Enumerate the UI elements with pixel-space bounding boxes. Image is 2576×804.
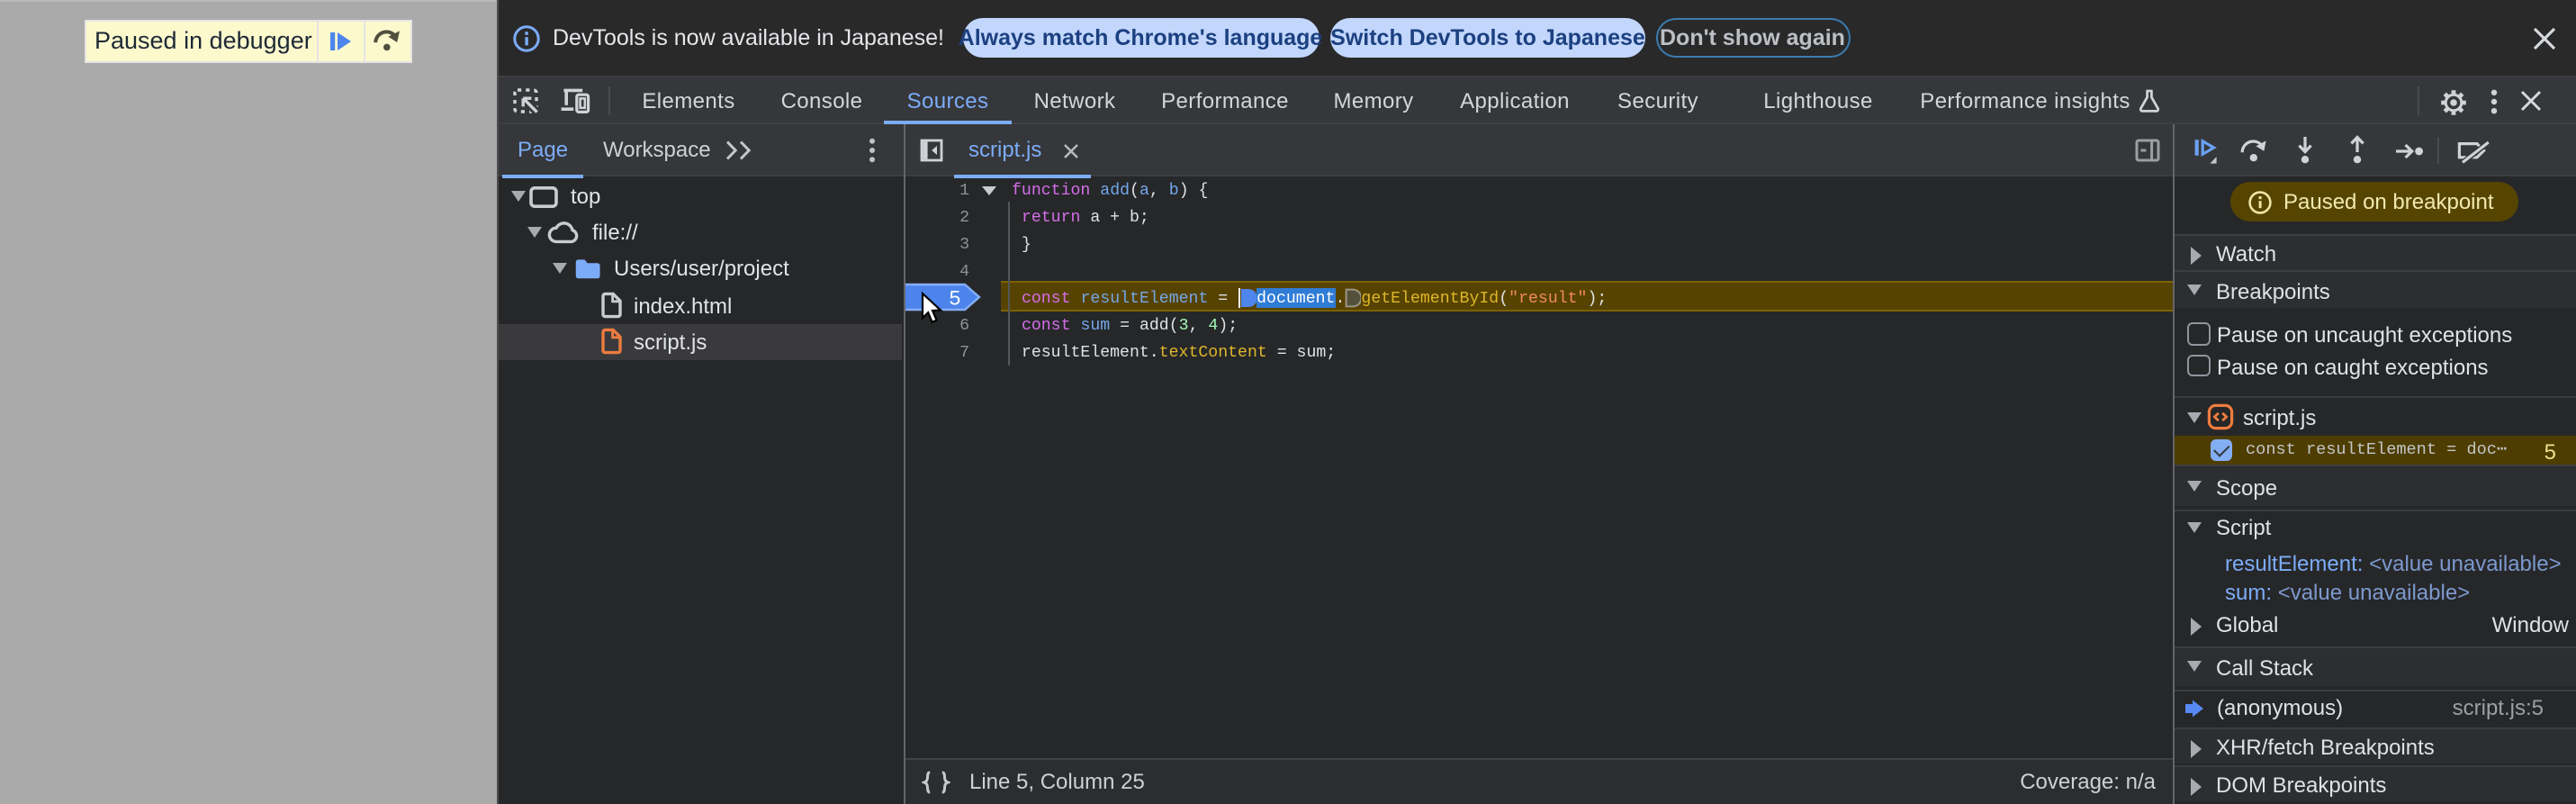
svg-text:5: 5 (949, 286, 961, 310)
